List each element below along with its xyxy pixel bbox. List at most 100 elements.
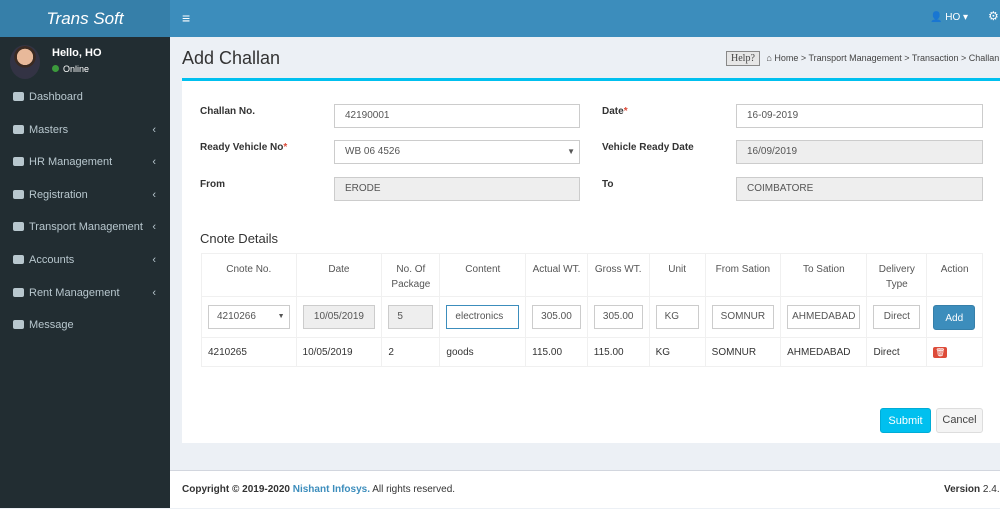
vehicle-label: Ready Vehicle No*	[200, 142, 288, 153]
content-input[interactable]: electronics	[446, 305, 520, 329]
top-navbar: ≡ 👤 HO ▾ ⚙	[170, 0, 1000, 37]
table-cell: 10/05/2019	[295, 337, 383, 367]
column-header: Cnote No.	[201, 253, 297, 297]
cnote-details-heading: Cnote Details	[200, 231, 279, 246]
help-button[interactable]: Help?	[726, 51, 760, 66]
chevron-left-icon: ‹	[152, 123, 156, 136]
unit-input[interactable]: KG	[655, 305, 699, 329]
vehicle-ready-date-label: Vehicle Ready Date	[602, 142, 694, 153]
add-cnote-button[interactable]: Add	[933, 304, 976, 330]
user-icon: 👤	[930, 12, 943, 23]
sidebar-item-registration[interactable]: Registration ‹	[0, 185, 170, 205]
exchange-icon	[13, 287, 24, 297]
vehicle-ready-date-input: 16/09/2019	[736, 140, 983, 164]
date-label: Date*	[602, 106, 628, 117]
column-header: To Sation	[780, 253, 868, 297]
date-input[interactable]: 16-09-2019	[736, 104, 983, 128]
to-input: COIMBATORE	[736, 177, 983, 201]
sidebar-item-label: Accounts	[29, 254, 75, 266]
user-name: HO	[945, 12, 961, 23]
avatar	[10, 45, 40, 79]
table-row: 4210265 10/05/2019 2 goods 115.00 115.00 KG SOM…	[201, 337, 983, 367]
folder-icon	[13, 320, 24, 330]
user-menu[interactable]: 👤 HO ▾	[930, 12, 968, 23]
actual-wt-input[interactable]: 305.00	[532, 305, 581, 329]
table-cell: AHMEDABAD	[780, 337, 868, 367]
submit-button[interactable]: Submit	[880, 408, 931, 433]
truck-icon	[13, 222, 24, 232]
pie-chart-icon	[13, 124, 24, 134]
breadcrumb-home[interactable]: Home	[774, 53, 798, 63]
chevron-left-icon: ‹	[152, 188, 156, 201]
delete-icon[interactable]: 🗑	[933, 346, 948, 358]
footer: Copyright © 2019-2020 Nishant Infosys. A…	[170, 470, 1000, 508]
online-dot-icon	[52, 65, 59, 72]
cancel-button[interactable]: Cancel	[936, 408, 983, 433]
from-input: ERODE	[334, 177, 580, 201]
table-cell: goods	[439, 337, 527, 367]
sidebar-item-label: Message	[29, 319, 74, 332]
sidebar-item-label: HR Management	[29, 156, 113, 169]
to-label: To	[602, 179, 614, 190]
company-link[interactable]: Nishant Infosys.	[293, 484, 370, 495]
column-header: Delivery Type	[866, 253, 928, 297]
sidebar-item-label: Masters	[29, 123, 69, 136]
column-header: From Sation	[704, 253, 782, 297]
dashboard-icon	[13, 92, 24, 101]
breadcrumb-challan: Challan	[968, 53, 1000, 63]
chevron-left-icon: ‹	[152, 221, 156, 234]
breadcrumb-transport[interactable]: Transport Management	[808, 53, 901, 63]
chevron-left-icon: ‹	[152, 156, 156, 169]
column-header: Date	[295, 253, 383, 297]
packages-input: 5	[388, 305, 434, 329]
chevron-left-icon: ‹	[152, 254, 156, 266]
chevron-left-icon: ‹	[152, 286, 156, 299]
gears-icon[interactable]: ⚙	[988, 9, 999, 23]
table-cell: SOMNUR	[704, 337, 782, 367]
column-header: Content	[439, 253, 527, 297]
table-cell: 115.00	[525, 337, 588, 367]
sidebar-item-transport-management[interactable]: Transport Management ‹	[0, 217, 170, 237]
to-station-input[interactable]: AHMEDABAD	[787, 305, 861, 329]
user-greeting: Hello, HO	[52, 47, 102, 59]
sidebar-item-dashboard[interactable]: Dashboard	[0, 87, 170, 107]
sidebar-item-accounts[interactable]: Accounts ‹	[0, 250, 170, 270]
dropdown-arrow-icon: ▼	[567, 147, 575, 156]
sidebar: Hello, HO Online Dashboard Masters ‹ HR Man…	[0, 37, 170, 508]
from-label: From	[200, 179, 225, 190]
user-circle-icon	[13, 157, 24, 167]
page-title: Add Challan	[182, 48, 281, 68]
home-icon: ⌂	[766, 53, 772, 63]
table-cell: 4210265	[201, 337, 297, 367]
column-header: Unit	[648, 253, 706, 297]
app-logo[interactable]: Trans Soft	[0, 0, 170, 37]
from-station-input[interactable]: SOMNUR	[711, 305, 775, 329]
sidebar-item-masters[interactable]: Masters ‹	[0, 120, 170, 140]
sidebar-item-label: Rent Management	[29, 286, 120, 299]
gross-wt-input[interactable]: 305.00	[593, 305, 643, 329]
cnote-no-select[interactable]: 4210266 ▼	[208, 305, 290, 329]
column-header: Gross WT.	[586, 253, 650, 297]
menu-toggle-icon[interactable]: ≡	[182, 10, 190, 26]
delivery-type-input[interactable]: Direct	[873, 305, 921, 329]
column-header: Actual WT.	[525, 253, 588, 297]
cnote-date-input: 10/05/2019	[302, 305, 376, 329]
table-cell: 115.00	[586, 337, 650, 367]
sidebar-item-label: Dashboard	[29, 91, 83, 103]
action-cell: 🗑	[926, 337, 983, 367]
table-cell: Direct	[866, 337, 928, 367]
version: Version 2.4.0	[944, 484, 1000, 495]
sidebar-item-rent-management[interactable]: Rent Management ‹	[0, 283, 170, 303]
breadcrumb-transaction[interactable]: Transaction	[912, 53, 959, 63]
users-icon	[13, 189, 24, 199]
dropdown-arrow-icon: ▼	[277, 313, 285, 320]
vehicle-select[interactable]: WB 06 4526 ▼	[334, 140, 580, 164]
challan-no-input[interactable]: 42190001	[334, 104, 580, 128]
cnote-entry-row: 4210266 ▼ 10/05/2019 5 electronics 305.00…	[201, 296, 983, 338]
sidebar-item-message[interactable]: Message	[0, 315, 170, 335]
column-header: Action	[926, 253, 983, 297]
sidebar-item-hr-management[interactable]: HR Management ‹	[0, 152, 170, 172]
challan-no-label: Challan No.	[200, 106, 256, 117]
table-cell: 2	[381, 337, 441, 367]
column-header: No. Of Package	[381, 253, 441, 297]
